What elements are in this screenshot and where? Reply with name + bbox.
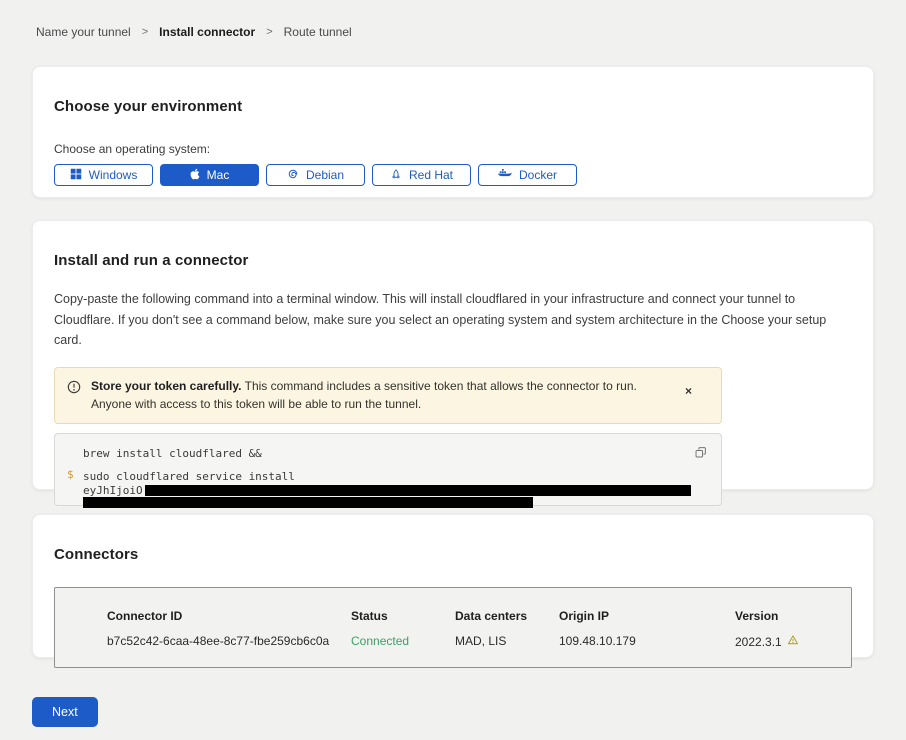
data-centers-value: MAD, LIS: [455, 634, 559, 649]
connectors-table-header: Connector ID Status Data centers Origin …: [107, 609, 841, 623]
connectors-table: Connector ID Status Data centers Origin …: [54, 587, 852, 668]
version-value: 2022.3.1: [735, 635, 782, 649]
os-button-docker[interactable]: Docker: [478, 164, 577, 186]
token-redaction-bar: [83, 497, 533, 508]
install-command-code-block: brew install cloudflared && $ sudo cloud…: [54, 433, 722, 506]
warning-triangle-icon: [787, 634, 799, 649]
os-button-label: Windows: [89, 168, 138, 182]
copy-icon: [694, 447, 707, 462]
windows-icon: [70, 168, 82, 183]
col-header-data-centers: Data centers: [455, 609, 559, 623]
install-connector-card: Install and run a connector Copy-paste t…: [32, 220, 874, 490]
redhat-icon: [390, 168, 402, 183]
col-header-version: Version: [735, 609, 841, 623]
environment-card-title: Choose your environment: [54, 98, 852, 115]
version-value-cell: 2022.3.1: [735, 634, 841, 649]
connectors-card: Connectors Connector ID Status Data cent…: [32, 514, 874, 658]
breadcrumb-install-connector[interactable]: Install connector: [159, 25, 255, 39]
warning-message-bold: Store your token carefully.: [91, 379, 242, 393]
connector-table-row: b7c52c42-6caa-48ee-8c77-fbe259cb6c0a Con…: [107, 634, 841, 649]
breadcrumb-route-tunnel[interactable]: Route tunnel: [284, 25, 352, 39]
docker-icon: [498, 168, 512, 182]
status-badge: Connected: [351, 634, 455, 649]
next-button[interactable]: Next: [32, 697, 98, 727]
os-button-label: Docker: [519, 168, 557, 182]
code-line-service-install: sudo cloudflared service install: [83, 470, 707, 483]
token-redaction-bar: [145, 485, 691, 496]
os-button-label: Debian: [306, 168, 344, 182]
warning-close-button[interactable]: ×: [681, 383, 696, 399]
connector-id-value: b7c52c42-6caa-48ee-8c77-fbe259cb6c0a: [107, 634, 351, 649]
breadcrumb-name-your-tunnel[interactable]: Name your tunnel: [36, 25, 131, 39]
code-line-brew: brew install cloudflared &&: [83, 447, 707, 460]
os-button-windows[interactable]: Windows: [54, 164, 153, 186]
token-prefix: eyJhIjoiO: [83, 484, 143, 497]
debian-icon: [287, 168, 299, 183]
connectors-card-title: Connectors: [54, 546, 852, 563]
close-icon: ×: [685, 384, 692, 398]
copy-command-button[interactable]: [692, 444, 709, 464]
os-button-label: Red Hat: [409, 168, 453, 182]
os-button-group: Windows Mac Debian: [54, 164, 852, 186]
col-header-status: Status: [351, 609, 455, 623]
code-line-token: eyJhIjoiO: [83, 484, 707, 497]
breadcrumb-separator: >: [142, 26, 148, 38]
os-button-redhat[interactable]: Red Hat: [372, 164, 471, 186]
token-warning-banner: Store your token carefully. This command…: [54, 367, 722, 424]
col-header-connector-id: Connector ID: [107, 609, 351, 623]
os-select-label: Choose an operating system:: [54, 142, 852, 156]
info-circle-icon: [67, 380, 81, 400]
choose-environment-card: Choose your environment Choose an operat…: [32, 66, 874, 198]
os-button-debian[interactable]: Debian: [266, 164, 365, 186]
apple-icon: [190, 168, 200, 183]
origin-ip-value: 109.48.10.179: [559, 634, 735, 649]
breadcrumb: Name your tunnel > Install connector > R…: [0, 0, 906, 39]
install-card-title: Install and run a connector: [54, 252, 852, 269]
shell-prompt: $: [67, 468, 74, 481]
install-description: Copy-paste the following command into a …: [54, 289, 852, 351]
os-button-mac[interactable]: Mac: [160, 164, 259, 186]
breadcrumb-separator: >: [266, 26, 272, 38]
os-button-label: Mac: [207, 168, 230, 182]
warning-message: Store your token carefully. This command…: [91, 377, 671, 414]
col-header-origin-ip: Origin IP: [559, 609, 735, 623]
